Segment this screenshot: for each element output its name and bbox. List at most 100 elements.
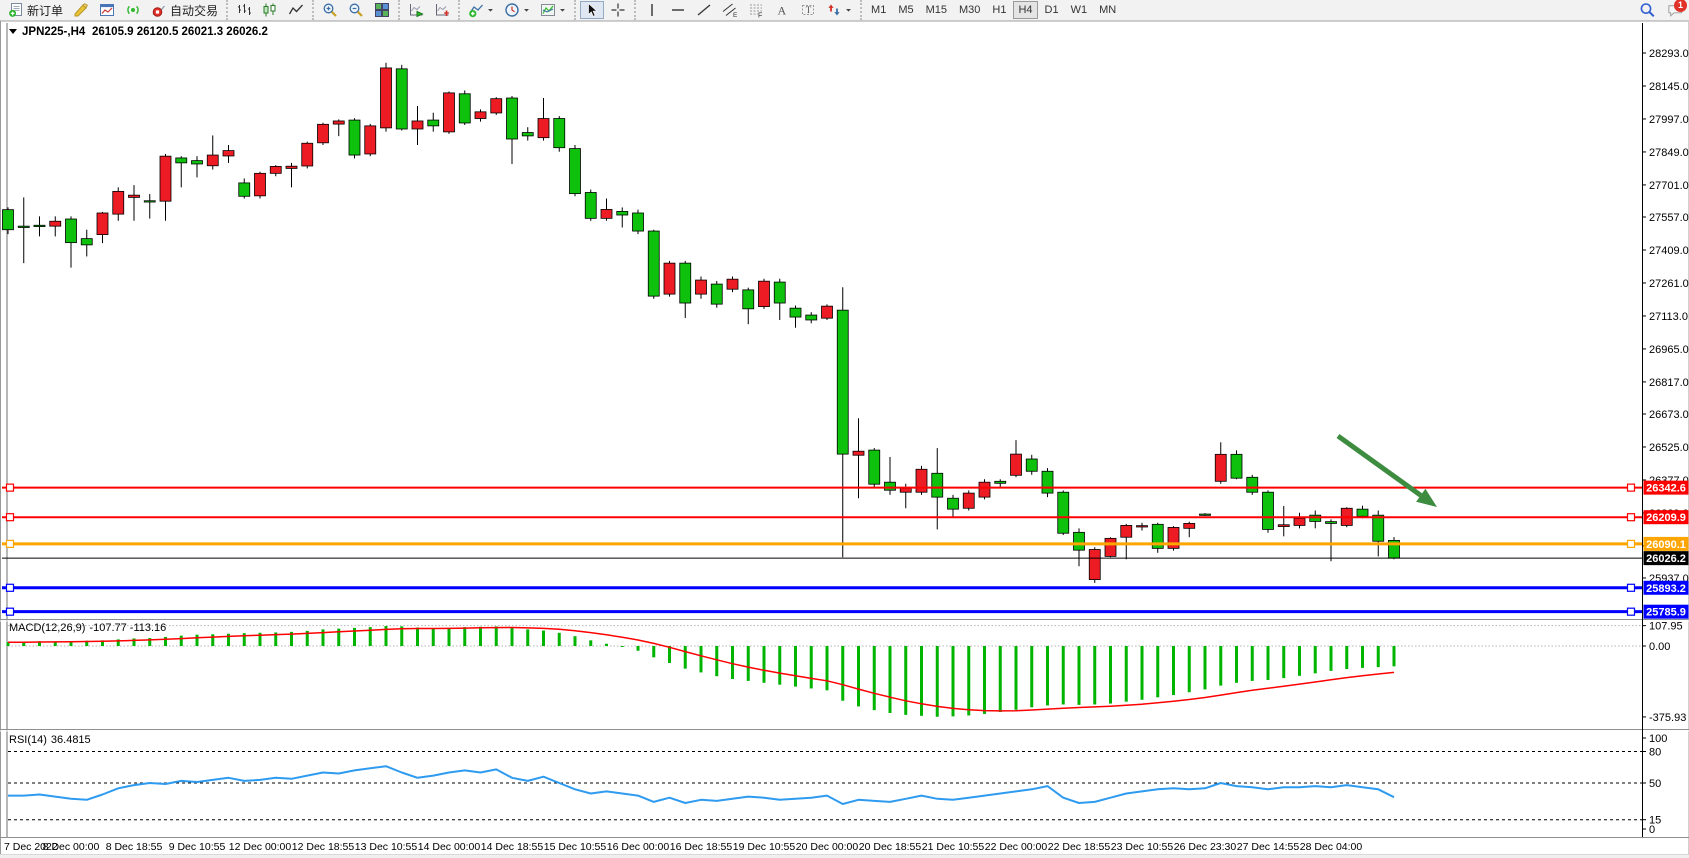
- time-axis-label: 21 Dec 10:55: [922, 841, 985, 853]
- crosshair-icon: [610, 2, 626, 18]
- timeframe-h4[interactable]: H4: [1013, 1, 1037, 19]
- cursor-button[interactable]: [580, 1, 604, 19]
- timeframe-w1[interactable]: W1: [1066, 1, 1093, 19]
- timeframe-mn[interactable]: MN: [1094, 1, 1121, 19]
- time-axis-label: 22 Dec 18:55: [1048, 841, 1111, 853]
- chevron-down-icon[interactable]: [487, 2, 494, 18]
- fibonacci-icon: F: [748, 2, 764, 18]
- hline-handle[interactable]: [1628, 540, 1635, 547]
- candle-body: [727, 279, 738, 289]
- macd-bar: [133, 638, 136, 646]
- crosshair-button[interactable]: [606, 1, 630, 19]
- macd-bar: [1204, 646, 1207, 689]
- macd-bar: [432, 628, 435, 646]
- macd-bar: [1282, 646, 1285, 678]
- line-chart-button[interactable]: [284, 1, 308, 19]
- search-button[interactable]: [1633, 1, 1655, 19]
- candle-body: [633, 213, 644, 231]
- macd-bar: [952, 646, 955, 716]
- hline-handle[interactable]: [1628, 608, 1635, 615]
- tile-windows-button[interactable]: [370, 1, 394, 19]
- text-label-button[interactable]: T: [796, 1, 820, 19]
- candle-body: [50, 221, 61, 226]
- signal-icon: [125, 2, 141, 18]
- candles-button[interactable]: [258, 1, 282, 19]
- candle-body: [459, 94, 470, 123]
- chart-window[interactable]: 28293.028145.027997.027849.027701.027557…: [0, 21, 1689, 858]
- trendline-button[interactable]: [692, 1, 716, 19]
- macd-bar: [668, 646, 671, 663]
- macd-bar: [1141, 646, 1144, 700]
- chevron-down-icon[interactable]: [559, 2, 566, 18]
- time-axis-label: 20 Dec 18:55: [859, 841, 922, 853]
- candle-body: [696, 280, 707, 294]
- macd-bar: [479, 627, 482, 646]
- templates-button[interactable]: [536, 1, 570, 19]
- zoom-in-button[interactable]: [318, 1, 342, 19]
- price-tick-label: 26525.0: [1649, 442, 1689, 454]
- indicators-button[interactable]: [464, 1, 498, 19]
- new-order-button[interactable]: 新订单: [4, 1, 67, 19]
- hline-handle[interactable]: [7, 514, 14, 521]
- chevron-down-icon[interactable]: [523, 2, 530, 18]
- hline-handle[interactable]: [1628, 584, 1635, 591]
- candle-body: [963, 493, 974, 508]
- horizontal-line-button[interactable]: [666, 1, 690, 19]
- timeframe-m1[interactable]: M1: [866, 1, 891, 19]
- chart-title-symbol: JPN225-,H4: [22, 26, 86, 38]
- timeframe-label: H1: [992, 4, 1006, 16]
- chart-window-button[interactable]: [95, 1, 119, 19]
- chart-shift-button[interactable]: [430, 1, 454, 19]
- svg-text:E: E: [733, 12, 738, 18]
- svg-text:T: T: [806, 5, 812, 15]
- hline-handle[interactable]: [7, 484, 14, 491]
- price-tick-label: 26817.0: [1649, 377, 1689, 389]
- fibonacci-button[interactable]: F: [744, 1, 768, 19]
- notifications-button[interactable]: 1: [1661, 1, 1683, 19]
- timeframe-d1[interactable]: D1: [1040, 1, 1064, 19]
- bars-button[interactable]: [232, 1, 256, 19]
- hline-handle[interactable]: [1628, 484, 1635, 491]
- macd-bar: [605, 644, 608, 646]
- candle-body: [412, 121, 423, 129]
- signal-button[interactable]: [121, 1, 145, 19]
- hline-handle[interactable]: [1628, 514, 1635, 521]
- candle-body: [743, 290, 754, 309]
- zoom-out-button[interactable]: [344, 1, 368, 19]
- horizontal-line-icon: [670, 2, 686, 18]
- timeframe-m15[interactable]: M15: [921, 1, 952, 19]
- candle-body: [680, 263, 691, 303]
- candle-body: [192, 161, 203, 164]
- arrows-button[interactable]: [822, 1, 856, 19]
- macd-bar: [731, 646, 734, 679]
- hline-handle[interactable]: [7, 584, 14, 591]
- candle-body: [995, 481, 1006, 483]
- timeframe-m30[interactable]: M30: [954, 1, 985, 19]
- candle-body: [1373, 515, 1384, 541]
- candle-body: [333, 121, 344, 124]
- timeframe-m5[interactable]: M5: [893, 1, 918, 19]
- auto-scroll-button[interactable]: [404, 1, 428, 19]
- candle-body: [948, 498, 959, 509]
- text-button[interactable]: A: [770, 1, 794, 19]
- timeframe-label: D1: [1045, 4, 1059, 16]
- macd-bar: [1235, 646, 1238, 683]
- hline-handle[interactable]: [7, 608, 14, 615]
- macd-bar: [1330, 646, 1333, 671]
- candle-body: [1074, 532, 1085, 550]
- chevron-down-icon[interactable]: [845, 2, 852, 18]
- time-axis-label: 9 Dec 10:55: [169, 841, 226, 853]
- styler-button[interactable]: [69, 1, 93, 19]
- price-tick-label: 27849.0: [1649, 147, 1689, 159]
- vertical-line-button[interactable]: [640, 1, 664, 19]
- timeframe-h1[interactable]: H1: [987, 1, 1011, 19]
- candle-body: [1011, 454, 1022, 475]
- macd-bar: [1267, 646, 1270, 680]
- periods-button[interactable]: [500, 1, 534, 19]
- equidistant-channel-button[interactable]: E: [718, 1, 742, 19]
- macd-scale-label: 107.95: [1649, 621, 1683, 633]
- auto-trading-button[interactable]: 自动交易: [147, 1, 222, 19]
- hline-handle[interactable]: [7, 540, 14, 547]
- candle-body: [144, 201, 155, 202]
- candle-body: [507, 98, 518, 139]
